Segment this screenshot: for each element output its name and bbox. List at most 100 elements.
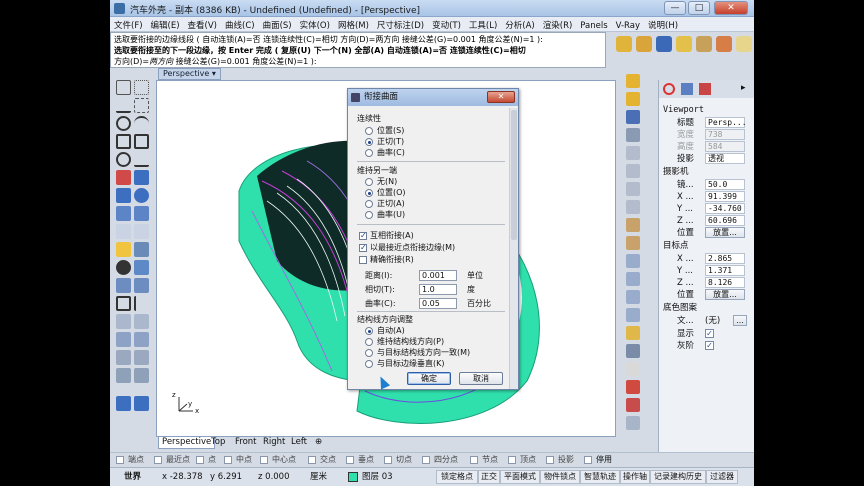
osnap-int-checkbox[interactable]: [308, 456, 316, 464]
scale-icon[interactable]: [134, 314, 149, 329]
menu-file[interactable]: 文件(F): [110, 17, 147, 33]
array-icon[interactable]: [134, 332, 149, 347]
osnap-perp-checkbox[interactable]: [346, 456, 354, 464]
lens-field[interactable]: 50.0: [705, 179, 745, 190]
join-icon[interactable]: [134, 260, 149, 275]
dimension-icon[interactable]: [116, 350, 131, 365]
osnap-tan-checkbox[interactable]: [384, 456, 392, 464]
bg-gray-checkbox[interactable]: ✓: [705, 341, 714, 350]
other-end-position-radio[interactable]: [365, 189, 373, 197]
osnap-end-checkbox[interactable]: [116, 456, 124, 464]
ortho-button[interactable]: 正交: [478, 470, 500, 484]
view-cube-icon[interactable]: [116, 396, 131, 411]
material-icon[interactable]: [656, 36, 672, 52]
menu-view[interactable]: 查看(V): [184, 17, 221, 33]
bg-show-checkbox[interactable]: ✓: [705, 329, 714, 338]
refine-match-checkbox[interactable]: [359, 256, 367, 264]
cancel-button[interactable]: 取消: [459, 372, 503, 385]
menu-transform[interactable]: 变动(T): [428, 17, 465, 33]
close-button[interactable]: ✕: [714, 1, 748, 15]
camera-x-field[interactable]: 91.399: [705, 191, 745, 202]
target-x-field[interactable]: 2.865: [705, 253, 745, 264]
tab-left[interactable]: Left: [288, 437, 310, 449]
properties-tab-icon[interactable]: [663, 83, 675, 95]
cut-icon[interactable]: [626, 164, 640, 178]
wireframe-icon[interactable]: [626, 344, 640, 358]
menu-help[interactable]: 说明(H): [644, 17, 682, 33]
print-icon[interactable]: [626, 128, 640, 142]
surface-icon[interactable]: [116, 170, 131, 185]
panel-menu-icon[interactable]: ▸: [741, 83, 746, 93]
move-icon[interactable]: [116, 296, 131, 311]
settings-icon[interactable]: [626, 416, 640, 430]
render-view-icon[interactable]: [626, 380, 640, 394]
continuity-tangent-radio[interactable]: [365, 138, 373, 146]
menu-render[interactable]: 渲染(R): [539, 17, 577, 33]
dialog-scrollbar[interactable]: [509, 108, 518, 389]
zebra-icon[interactable]: [134, 368, 149, 383]
polyline-icon[interactable]: [116, 98, 131, 113]
filter-button[interactable]: 过滤器: [706, 470, 738, 484]
trim-icon[interactable]: [116, 242, 131, 257]
group-icon[interactable]: [134, 278, 149, 293]
other-end-curvature-radio[interactable]: [365, 211, 373, 219]
box-icon[interactable]: [116, 188, 131, 203]
iso-perpendicular-radio[interactable]: [365, 360, 373, 368]
target-y-field[interactable]: 1.371: [705, 265, 745, 276]
osnap-near-checkbox[interactable]: [154, 456, 162, 464]
menu-solid[interactable]: 实体(O): [296, 17, 334, 33]
continuity-position-radio[interactable]: [365, 127, 373, 135]
title-field[interactable]: Persp...: [705, 117, 747, 128]
hand-pan-icon[interactable]: [626, 236, 640, 250]
paste-icon[interactable]: [626, 200, 640, 214]
light-icon[interactable]: [676, 36, 692, 52]
menu-vray[interactable]: V-Ray: [612, 19, 644, 33]
curve-pts-icon[interactable]: [134, 98, 149, 113]
curvature-input[interactable]: 0.05: [419, 298, 457, 309]
osnap-vertex-checkbox[interactable]: [508, 456, 516, 464]
record-history-button[interactable]: 记录建构历史: [650, 470, 706, 484]
text-icon[interactable]: [134, 350, 149, 365]
iso-match-target-radio[interactable]: [365, 349, 373, 357]
osnap-knot-checkbox[interactable]: [470, 456, 478, 464]
menu-surface[interactable]: 曲面(S): [259, 17, 296, 33]
current-layer[interactable]: 图层 03: [362, 468, 393, 486]
gumball-button[interactable]: 操作轴: [620, 470, 650, 484]
rotate-icon[interactable]: [116, 314, 131, 329]
freeform-icon[interactable]: [134, 152, 149, 167]
maximize-button[interactable]: □: [688, 1, 710, 15]
osnap-disable-checkbox[interactable]: [584, 456, 592, 464]
dialog-close-button[interactable]: ✕: [487, 91, 515, 103]
zoom-window-icon[interactable]: [626, 290, 640, 304]
target-place-button[interactable]: 放置...: [705, 289, 745, 300]
copy-icon[interactable]: [134, 296, 149, 311]
shaded-icon[interactable]: [626, 326, 640, 340]
projection-select[interactable]: 透视: [705, 153, 745, 164]
camera-y-field[interactable]: -34.760: [705, 203, 745, 214]
open-icon[interactable]: [626, 74, 640, 88]
smarttrack-button[interactable]: 智慧轨迹: [580, 470, 620, 484]
command-prompt[interactable]: 方向(D)=两方向 接缝公差(G)=0.001 角度公差(N)=1 ):: [114, 56, 602, 67]
zoom-extents-icon[interactable]: [626, 308, 640, 322]
mirror-icon[interactable]: [116, 332, 131, 347]
analyze-icon[interactable]: [116, 368, 131, 383]
osnap-quad-checkbox[interactable]: [422, 456, 430, 464]
texture-icon[interactable]: [696, 36, 712, 52]
boolean-icon[interactable]: [116, 260, 131, 275]
options-icon[interactable]: [736, 36, 752, 52]
osnap-point-checkbox[interactable]: [196, 456, 204, 464]
select-icon[interactable]: [116, 80, 131, 95]
mesh-icon[interactable]: [116, 206, 131, 221]
iso-preserve-radio[interactable]: [365, 338, 373, 346]
render-icon[interactable]: [716, 36, 732, 52]
zoom-icon[interactable]: [626, 272, 640, 286]
folder-icon[interactable]: [626, 92, 640, 106]
extrude-icon[interactable]: [134, 170, 149, 185]
sphere-view-icon[interactable]: [626, 362, 640, 376]
iso-auto-radio[interactable]: [365, 327, 373, 335]
camera-place-button[interactable]: 放置...: [705, 227, 745, 238]
rotate-view-icon[interactable]: [626, 254, 640, 268]
menu-panels[interactable]: Panels: [576, 19, 611, 33]
save-icon[interactable]: [626, 110, 640, 124]
tab-front[interactable]: Front: [232, 437, 260, 449]
